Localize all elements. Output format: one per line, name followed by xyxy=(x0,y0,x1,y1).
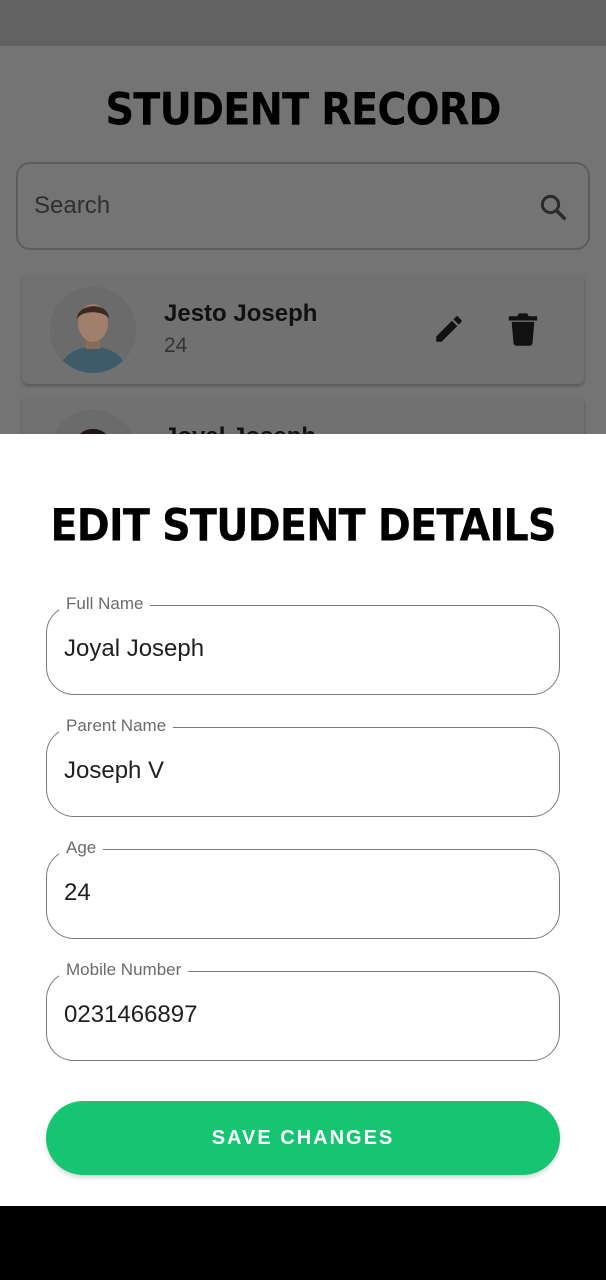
avatar xyxy=(50,410,136,434)
system-navigation-bar xyxy=(0,1206,606,1280)
edit-icon[interactable] xyxy=(432,312,466,346)
student-name: Jesto Joseph xyxy=(164,300,318,327)
page-title: STUDENT RECORD xyxy=(105,84,501,136)
parent-name-input[interactable] xyxy=(64,728,534,814)
search-input[interactable] xyxy=(34,164,514,248)
search-icon[interactable] xyxy=(538,192,568,222)
avatar xyxy=(50,287,136,373)
edit-student-sheet: EDIT STUDENT DETAILS Full Name Parent Na… xyxy=(0,434,606,1206)
mobile-number-input[interactable] xyxy=(64,972,534,1058)
student-record-screen: STUDENT RECORD Jesto Joseph 24 xyxy=(0,46,606,434)
age-input[interactable] xyxy=(64,850,534,936)
student-card[interactable]: Jesto Joseph 24 xyxy=(22,274,584,384)
avatar-photo-icon xyxy=(50,287,136,373)
save-changes-button[interactable]: SAVE CHANGES xyxy=(46,1101,560,1175)
avatar-photo-icon xyxy=(50,410,136,434)
sheet-title: EDIT STUDENT DETAILS xyxy=(50,500,556,552)
search-bar[interactable] xyxy=(16,162,590,250)
parent-name-field[interactable]: Parent Name xyxy=(46,716,560,817)
full-name-input[interactable] xyxy=(64,606,534,692)
age-field[interactable]: Age xyxy=(46,838,560,939)
status-bar xyxy=(0,0,606,46)
full-name-field[interactable]: Full Name xyxy=(46,594,560,695)
delete-icon[interactable] xyxy=(508,312,538,346)
student-age: 24 xyxy=(164,334,188,357)
student-name: Joyal Joseph xyxy=(164,423,316,434)
mobile-number-field[interactable]: Mobile Number xyxy=(46,960,560,1061)
student-card[interactable]: Joyal Joseph xyxy=(22,397,584,434)
